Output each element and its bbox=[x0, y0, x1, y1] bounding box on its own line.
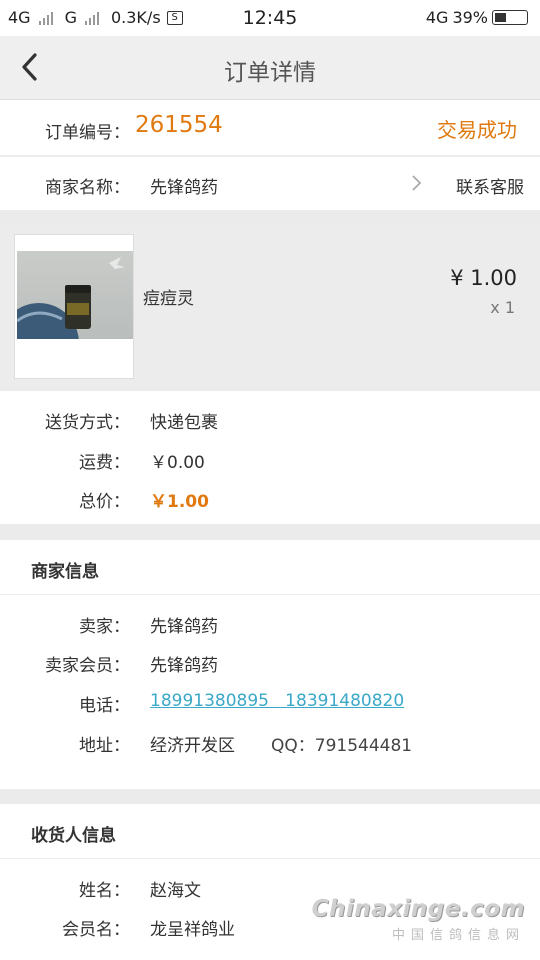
watermark-subtitle: 中国信鸽信息网 bbox=[391, 928, 525, 943]
order-status: 交易成功 bbox=[437, 118, 517, 142]
total-price: ￥1.00 bbox=[150, 492, 209, 512]
order-number-row: 订单编号： 261554 交易成功 bbox=[0, 100, 540, 156]
product-image bbox=[17, 251, 133, 339]
seller-qq: QQ：791544481 bbox=[271, 736, 413, 756]
battery-icon bbox=[492, 10, 528, 25]
seller-info-card: 商家信息 卖家： 先锋鸽药 卖家会员： 先锋鸽药 电话： 18991380895… bbox=[0, 540, 540, 789]
product-price: ¥ 1.00 bbox=[450, 266, 517, 290]
receiver-info-title: 收货人信息 bbox=[31, 826, 116, 846]
seller-info-title: 商家信息 bbox=[31, 562, 99, 582]
seller-address-row: 地址： 经济开发区 QQ：791544481 bbox=[0, 731, 540, 756]
shipping-method-row: 送货方式： 快递包裹 bbox=[0, 408, 540, 433]
seller-info-header: 商家信息 bbox=[0, 540, 540, 595]
status-bar: 4G G 0.3K/s S 12:45 4G 39% bbox=[0, 0, 540, 36]
status-bar-right: 4G 39% bbox=[426, 8, 528, 27]
shipping-summary: 送货方式： 快递包裹 运费： ￥0.00 总价： ￥1.00 bbox=[0, 391, 540, 524]
watermark: Chinaxinge.com 中国信鸽信息网 bbox=[312, 896, 525, 943]
receiver-member: 龙呈祥鸽业 bbox=[150, 920, 235, 940]
order-number: 261554 bbox=[135, 112, 223, 138]
shipping-fee-label: 运费： bbox=[79, 453, 130, 473]
product-thumbnail bbox=[14, 234, 134, 379]
receiver-info-header: 收货人信息 bbox=[0, 804, 540, 859]
receiver-name-label: 姓名： bbox=[79, 881, 130, 901]
seller-label: 卖家： bbox=[79, 617, 130, 637]
shipping-fee: ￥0.00 bbox=[150, 453, 205, 473]
product-quantity: x 1 bbox=[490, 298, 515, 317]
seller-address-label: 地址： bbox=[79, 736, 130, 756]
seller-address: 经济开发区 bbox=[150, 736, 235, 756]
network-type: 4G bbox=[425, 8, 449, 27]
total-price-label: 总价： bbox=[79, 492, 130, 512]
shipping-method: 快递包裹 bbox=[150, 413, 218, 433]
order-number-label: 订单编号： bbox=[45, 123, 130, 143]
watermark-logo-text: Chinaxinge.com bbox=[311, 896, 525, 922]
seller-row: 卖家： 先锋鸽药 bbox=[0, 612, 540, 637]
seller-phone-row: 电话： 18991380895 18391480820 bbox=[0, 691, 540, 716]
seller-member-label: 卖家会员： bbox=[45, 656, 130, 676]
seller-phone-label: 电话： bbox=[79, 696, 130, 716]
merchant-row[interactable]: 商家名称： 先锋鸽药 联系客服 bbox=[0, 157, 540, 211]
receiver-member-label: 会员名： bbox=[62, 920, 130, 940]
product-item[interactable]: 痘痘灵 ¥ 1.00 x 1 bbox=[0, 226, 540, 391]
battery-percent: 39% bbox=[452, 8, 488, 27]
merchant-name-label: 商家名称： bbox=[45, 178, 130, 198]
page-title: 订单详情 bbox=[224, 60, 316, 86]
shipping-method-label: 送货方式： bbox=[45, 413, 130, 433]
chevron-right-icon bbox=[412, 175, 422, 191]
receiver-name: 赵海文 bbox=[150, 881, 201, 901]
seller-member-row: 卖家会员： 先锋鸽药 bbox=[0, 651, 540, 676]
product-name: 痘痘灵 bbox=[143, 289, 194, 309]
merchant-name: 先锋鸽药 bbox=[150, 178, 218, 198]
seller-member: 先锋鸽药 bbox=[150, 656, 218, 676]
seller-phone-link[interactable]: 18991380895 18391480820 bbox=[150, 691, 404, 711]
shipping-fee-row: 运费： ￥0.00 bbox=[0, 448, 540, 473]
seller-name: 先锋鸽药 bbox=[150, 617, 218, 637]
nav-bar: 订单详情 bbox=[0, 36, 540, 100]
contact-service-link[interactable]: 联系客服 bbox=[456, 173, 524, 198]
total-price-row: 总价： ￥1.00 bbox=[0, 487, 540, 512]
